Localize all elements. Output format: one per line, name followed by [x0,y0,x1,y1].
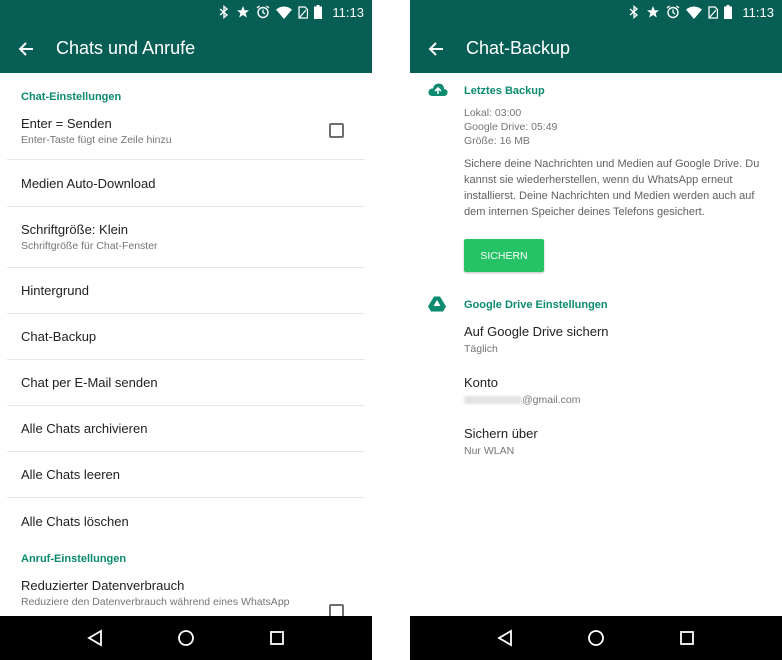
home-circle-icon[interactable] [166,618,206,658]
navigation-bar [410,616,782,660]
last-backup-header: Letztes Backup [464,85,545,97]
sichern-button[interactable]: SICHERN [464,239,544,272]
bluetooth-icon [218,5,230,19]
cloud-upload-icon [428,83,448,102]
star-icon [646,5,660,19]
no-sim-icon [298,5,309,19]
setting-enter-senden[interactable]: Enter = Senden Enter-Taste fügt eine Zei… [7,103,365,160]
datenverbrauch-checkbox[interactable] [329,604,344,616]
setting-alle-chats-archivieren[interactable]: Alle Chats archivieren [7,406,365,452]
back-triangle-icon[interactable] [75,618,115,658]
setting-chat-email[interactable]: Chat per E-Mail senden [7,360,365,406]
bluetooth-icon [628,5,640,19]
redacted-username [464,396,522,405]
no-sim-icon [708,5,719,19]
wifi-icon [276,6,293,19]
home-circle-icon[interactable] [576,618,616,658]
google-drive-icon [428,296,446,317]
setting-title: Chat-Backup [21,329,97,344]
setting-title: Alle Chats löschen [21,513,129,529]
setting-subtitle: Nur WLAN [464,445,515,457]
setting-title: Reduzierter Datenverbrauch [21,578,185,593]
back-arrow-icon[interactable] [412,24,460,73]
setting-alle-chats-loeschen[interactable]: Alle Chats löschen [7,498,365,544]
backup-description: Sichere deine Nachrichten und Medien auf… [464,158,760,218]
setting-title: Konto [464,375,498,390]
status-bar: 11:13 [0,0,372,24]
app-bar: Chat-Backup [410,24,782,73]
setting-medien-auto-download[interactable]: Medien Auto-Download [7,160,365,207]
email-domain: @gmail.com [522,394,581,406]
wifi-icon [686,6,703,19]
setting-title: Auf Google Drive sichern [464,324,609,339]
page-title: Chats und Anrufe [56,38,196,58]
setting-sichern-ueber[interactable]: Sichern über Nur WLAN [410,426,782,477]
setting-alle-chats-leeren[interactable]: Alle Chats leeren [7,452,365,498]
setting-title: Medien Auto-Download [21,175,156,191]
setting-chat-backup[interactable]: Chat-Backup [7,314,365,360]
setting-subtitle: Reduziere den Datenverbrauch während ein… [21,596,290,608]
star-icon [236,5,250,19]
chat-backup-screen: 11:13 Chat-Backup Letztes Backup Lokal: … [410,0,782,660]
backup-drive-time: Google Drive: 05:49 [464,121,558,133]
setting-subtitle: Schriftgröße für Chat-Fenster [21,240,158,252]
chats-und-anrufe-screen: 11:13 Chats und Anrufe Chat-Einstellunge… [0,0,372,660]
recents-square-icon[interactable] [257,618,297,658]
status-bar: 11:13 [410,0,782,24]
setting-title: Alle Chats archivieren [21,421,148,436]
setting-title: Sichern über [464,426,538,441]
setting-subtitle: Enter-Taste fügt eine Zeile hinzu [21,134,172,146]
enter-senden-checkbox[interactable] [329,123,344,138]
setting-auf-google-drive-sichern[interactable]: Auf Google Drive sichern Täglich [410,324,782,375]
backup-content: Letztes Backup Lokal: 03:00 Google Drive… [410,73,782,616]
recents-square-icon[interactable] [667,618,707,658]
setting-title: Alle Chats leeren [21,467,120,482]
alarm-icon [666,5,680,19]
section-header-chat-einstellungen: Chat-Einstellungen [21,91,122,103]
page-title: Chat-Backup [466,38,571,58]
account-email: @gmail.com [464,394,782,406]
setting-hintergrund[interactable]: Hintergrund [7,268,365,314]
last-backup-section: Letztes Backup Lokal: 03:00 Google Drive… [410,73,782,272]
battery-icon [314,5,323,19]
backup-size: Größe: 16 MB [464,135,530,147]
setting-reduzierter-datenverbrauch[interactable]: Reduzierter Datenverbrauch Reduziere den… [7,565,365,616]
back-triangle-icon[interactable] [485,618,525,658]
navigation-bar [0,616,372,660]
section-header-anruf-einstellungen: Anruf-Einstellungen [21,553,127,565]
backup-local-time: Lokal: 03:00 [464,107,522,119]
setting-title: Chat per E-Mail senden [21,375,158,390]
back-arrow-icon[interactable] [2,24,50,73]
app-bar: Chats und Anrufe [0,24,372,73]
setting-schriftgroesse[interactable]: Schriftgröße: Klein Schriftgröße für Cha… [7,207,365,268]
battery-icon [724,5,733,19]
status-time: 11:13 [332,4,364,20]
setting-subtitle: Täglich [464,343,498,355]
google-drive-header: Google Drive Einstellungen [464,299,608,311]
alarm-icon [256,5,270,19]
settings-list: Chat-Einstellungen Enter = Senden Enter-… [0,73,372,616]
setting-title: Enter = Senden [21,116,112,131]
setting-konto[interactable]: Konto @gmail.com [410,375,782,426]
setting-title: Hintergrund [21,283,89,298]
setting-title: Schriftgröße: Klein [21,222,128,237]
status-time: 11:13 [742,4,774,20]
google-drive-section: Google Drive Einstellungen Auf Google Dr… [410,272,782,477]
